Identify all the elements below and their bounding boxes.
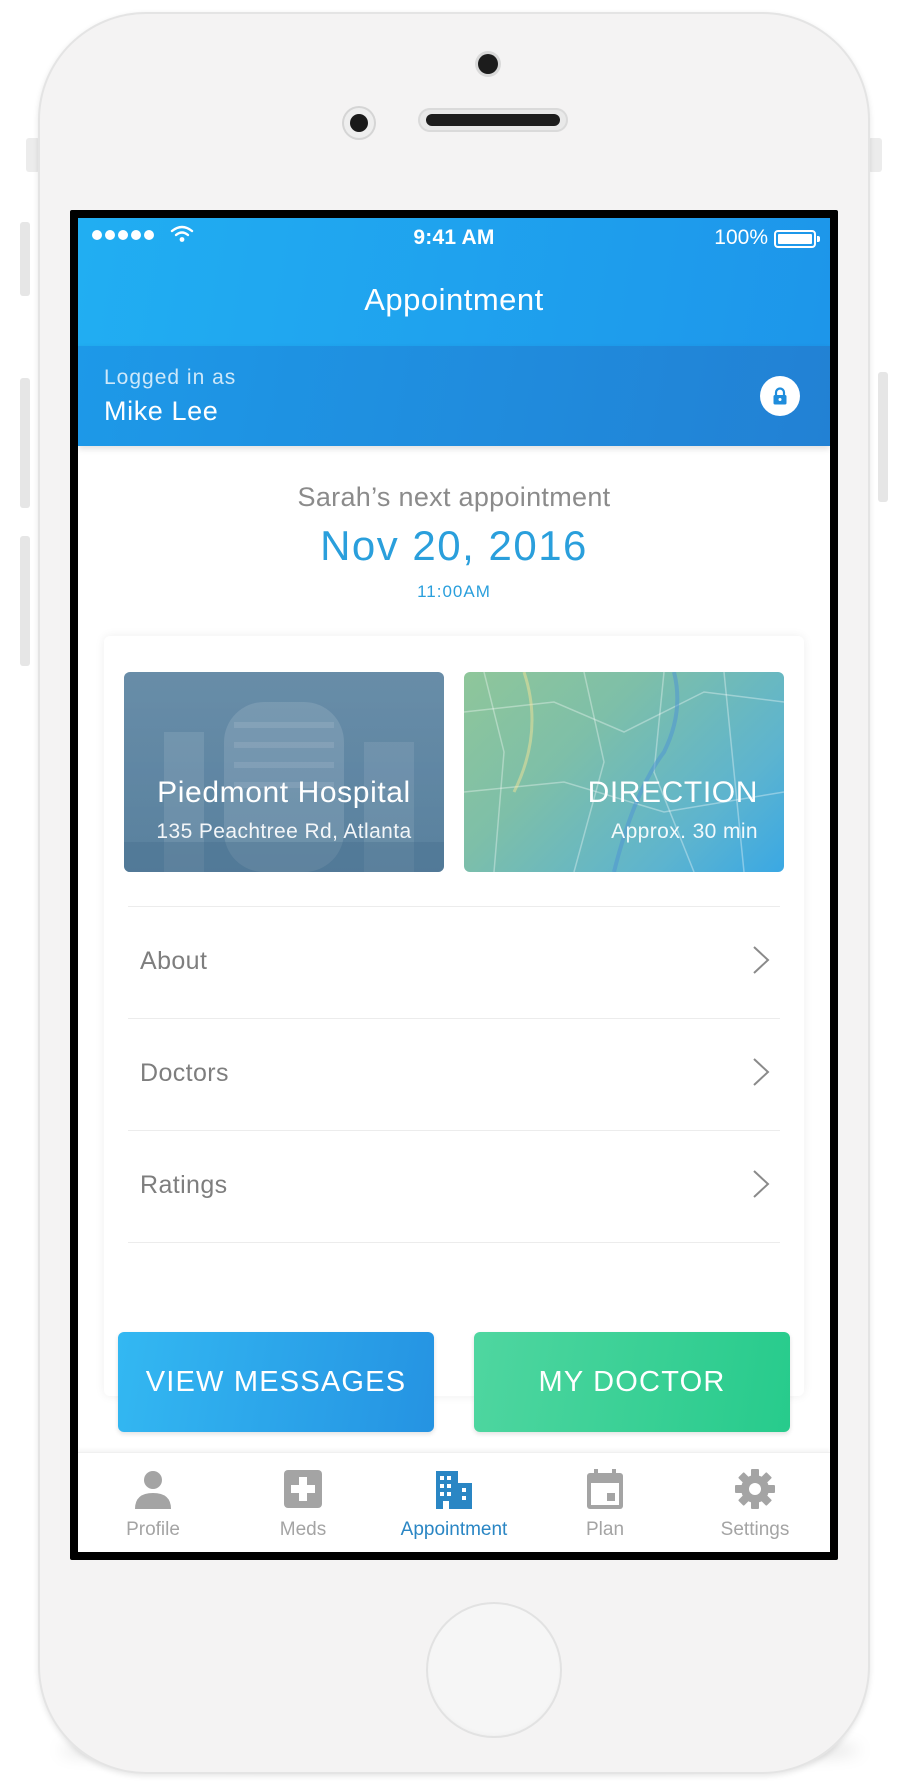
tab-meds[interactable]: Meds [228,1453,378,1552]
tab-plan[interactable]: Plan [530,1453,680,1552]
hospital-name: Piedmont Hospital [157,776,411,809]
list-item-label: Doctors [140,1059,229,1087]
direction-title: DIRECTION [587,776,758,809]
tab-bar: Profile Meds Appointment Plan Settings [78,1452,830,1552]
front-camera [342,106,376,140]
chevron-right-icon [753,946,770,974]
list-item-doctors[interactable]: Doctors [128,1018,780,1130]
tab-label: Profile [126,1519,180,1540]
calendar-icon [587,1469,623,1509]
tab-label: Appointment [400,1519,508,1540]
tab-settings[interactable]: Settings [680,1453,830,1552]
my-doctor-button[interactable]: MY DOCTOR [474,1332,790,1432]
earpiece-speaker [418,108,568,132]
lock-icon [773,387,787,405]
appointment-subtitle: Sarah’s next appointment [297,482,611,512]
tab-profile[interactable]: Profile [78,1453,228,1552]
battery-icon [774,230,820,248]
gear-icon [735,1469,775,1509]
direction-eta: Approx. 30 min [611,820,758,843]
hospital-address: 135 Peachtree Rd, Atlanta [156,820,412,843]
chevron-right-icon [753,1170,770,1198]
app-screen: 9:41 AM 100% Appointment Logged in as Mi… [78,218,830,1552]
view-messages-button[interactable]: VIEW MESSAGES [118,1332,434,1432]
side-notch [868,138,882,172]
direction-tile[interactable]: DIRECTION Approx. 30 min [464,672,784,872]
login-caption: Logged in as [104,366,237,389]
list-item-label: Ratings [140,1171,228,1199]
home-button[interactable] [426,1602,562,1738]
tab-appointment[interactable]: Appointment [379,1453,529,1552]
volume-up-button [20,378,30,508]
person-icon [135,1471,171,1509]
appointment-date: Nov 20, 2016 [320,522,588,569]
mute-switch [20,222,30,296]
power-button [878,372,888,502]
appointment-card: Piedmont Hospital 135 Peachtree Rd, Atla… [104,636,804,1396]
volume-down-button [20,536,30,666]
building-icon [436,1471,472,1509]
app-header: 9:41 AM 100% Appointment [78,218,830,346]
tab-label: Meds [279,1519,327,1540]
battery-percentage: 100% [714,226,768,249]
appointment-time: 11:00AM [417,582,491,601]
list-item-ratings[interactable]: Ratings [128,1130,780,1242]
list-item-about[interactable]: About [128,906,780,1018]
proximity-sensor [478,54,498,74]
tab-label: Settings [720,1519,790,1540]
list-divider [128,1242,780,1243]
list-item-label: About [140,947,208,975]
user-name: Mike Lee [104,396,219,426]
hospital-tile[interactable]: Piedmont Hospital 135 Peachtree Rd, Atla… [124,672,444,872]
page-title: Appointment [364,282,544,317]
lock-button[interactable] [760,376,800,416]
medical-cross-icon [284,1470,322,1508]
chevron-right-icon [753,1058,770,1086]
tab-label: Plan [585,1519,625,1540]
status-bar: 9:41 AM 100% [78,218,830,258]
login-banner: Logged in as Mike Lee [78,346,830,446]
